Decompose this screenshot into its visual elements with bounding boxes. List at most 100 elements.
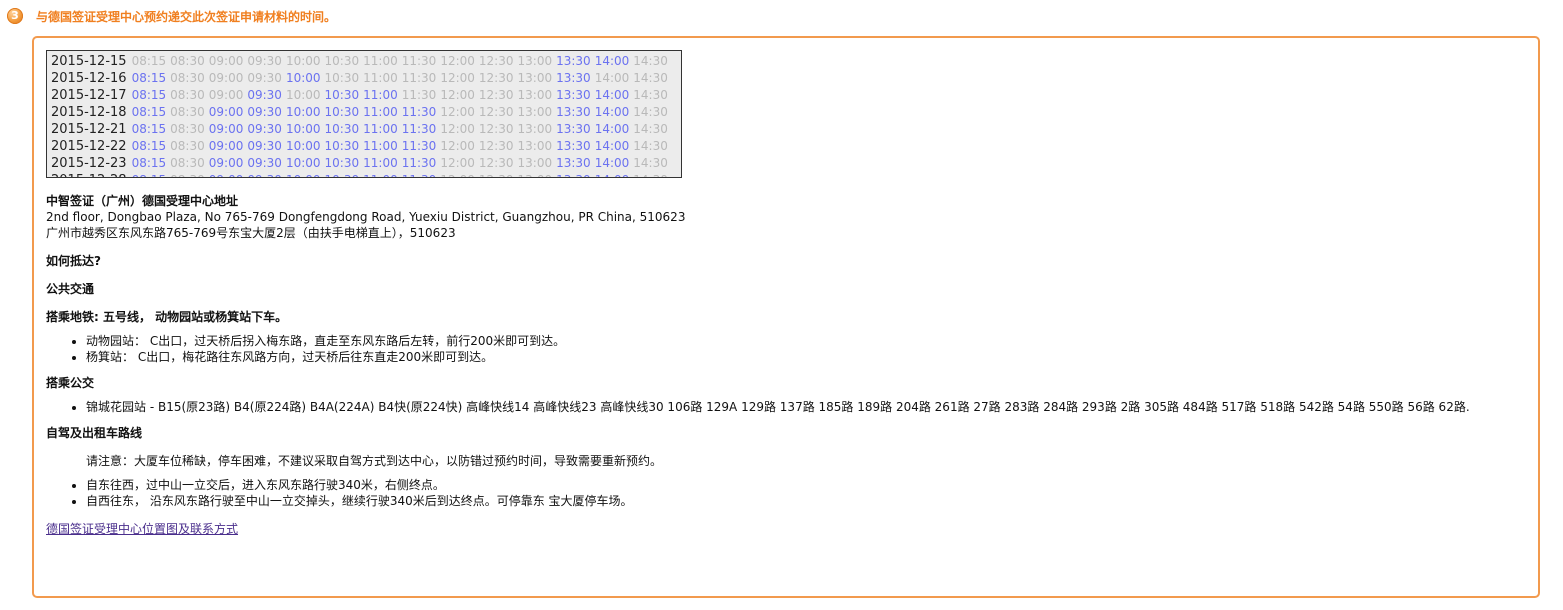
slot-date: 2015-12-22 <box>51 139 127 154</box>
time-slot-available[interactable]: 09:30 <box>247 139 282 153</box>
appointment-slot-list[interactable]: 2015-12-15 08:15 08:30 09:00 09:30 10:00 10:30… <box>46 50 682 178</box>
time-slot-available[interactable]: 10:30 <box>325 173 360 177</box>
time-slot-available[interactable]: 11:00 <box>363 173 398 177</box>
time-slot-available[interactable]: 09:00 <box>209 105 244 119</box>
time-slot-available[interactable]: 14:00 <box>595 156 630 170</box>
time-slot-available[interactable]: 09:30 <box>247 156 282 170</box>
time-slot-unavailable: 14:30 <box>633 173 668 177</box>
time-slot-available[interactable]: 09:00 <box>209 156 244 170</box>
time-slot-available[interactable]: 09:30 <box>247 88 282 102</box>
time-slot-available[interactable]: 11:00 <box>363 156 398 170</box>
list-item: 自西往东， 沿东风东路行驶至中山一立交掉头，继续行驶340米后到达终点。可停靠东… <box>86 493 1526 509</box>
time-slot-available[interactable]: 08:15 <box>132 88 167 102</box>
time-slot-available[interactable]: 08:15 <box>132 156 167 170</box>
time-slot-unavailable: 12:30 <box>478 71 514 85</box>
time-slot-available[interactable]: 13:30 <box>556 105 591 119</box>
time-slot-unavailable: 11:00 <box>363 71 398 85</box>
driving-title: 自驾及出租车路线 <box>46 426 143 440</box>
time-slot-available[interactable]: 14:00 <box>595 105 630 119</box>
time-slot-available[interactable]: 14:00 <box>595 173 630 177</box>
time-slot-available[interactable]: 14:00 <box>595 139 630 153</box>
step-title: 与德国签证受理中心预约递交此次签证申请材料的时间。 <box>36 9 337 24</box>
time-slot-available[interactable]: 10:00 <box>286 173 321 177</box>
time-slot-available[interactable]: 11:00 <box>363 105 398 119</box>
time-slot-unavailable: 13:00 <box>518 173 553 177</box>
appointment-panel: 2015-12-15 08:15 08:30 09:00 09:30 10:00 10:30… <box>32 36 1540 598</box>
time-slot-available[interactable]: 13:30 <box>556 173 591 177</box>
slot-date: 2015-12-16 <box>51 71 127 86</box>
time-slot-available[interactable]: 11:30 <box>402 122 437 136</box>
slot-date: 2015-12-28 <box>51 173 127 177</box>
time-slot-unavailable: 14:30 <box>633 88 668 102</box>
time-slot-available[interactable]: 11:30 <box>402 105 437 119</box>
time-slot-available[interactable]: 11:30 <box>402 139 437 153</box>
time-slot-available[interactable]: 10:00 <box>286 122 321 136</box>
time-slot-unavailable: 12:00 <box>440 71 475 85</box>
time-slot-available[interactable]: 14:00 <box>595 122 630 136</box>
time-slot-available[interactable]: 11:30 <box>402 156 437 170</box>
time-slot-available[interactable]: 10:30 <box>325 122 360 136</box>
time-slot-available[interactable]: 11:00 <box>363 88 398 102</box>
time-slot-unavailable: 11:30 <box>401 54 437 68</box>
time-slot-available[interactable]: 13:30 <box>556 122 591 136</box>
time-slot-available[interactable]: 14:00 <box>595 88 630 102</box>
location-map-link[interactable]: 德国签证受理中心位置图及联系方式 <box>46 521 238 537</box>
time-slot-available[interactable]: 08:15 <box>132 173 167 177</box>
time-slot-available[interactable]: 13:30 <box>556 54 591 68</box>
list-item: 自东往西，过中山一立交后，进入东风东路行驶340米，右侧终点。 <box>86 477 1526 493</box>
time-slot-unavailable: 13:00 <box>517 122 553 136</box>
time-slot-unavailable: 12:00 <box>440 122 475 136</box>
time-slot-available[interactable]: 10:30 <box>325 139 360 153</box>
driving-note: 请注意：大厦车位稀缺，停车困难，不建议采取自驾方式到达中心，以防错过预约时间，导… <box>86 454 663 468</box>
time-slot-available[interactable]: 14:00 <box>595 54 630 68</box>
time-slot-unavailable: 14:30 <box>633 105 668 119</box>
time-slot-unavailable: 08:30 <box>170 88 205 102</box>
time-slot-unavailable: 12:30 <box>478 156 514 170</box>
time-slot-unavailable: 11:30 <box>401 71 437 85</box>
time-slot-available[interactable]: 13:30 <box>556 156 591 170</box>
time-slot-available[interactable]: 11:00 <box>363 122 398 136</box>
time-slot-available[interactable]: 08:15 <box>132 122 167 136</box>
time-slot-unavailable: 14:30 <box>633 156 668 170</box>
time-slot-available[interactable]: 09:30 <box>247 173 282 177</box>
how-to-get-there-title: 如何抵达? <box>46 254 101 268</box>
time-slot-available[interactable]: 10:00 <box>286 139 321 153</box>
slot-row: 2015-12-16 08:15 08:30 09:00 09:30 10:00 10:30… <box>47 68 681 86</box>
time-slot-unavailable: 10:00 <box>285 88 321 102</box>
time-slot-unavailable: 12:00 <box>440 139 475 153</box>
time-slot-available[interactable]: 10:30 <box>325 88 360 102</box>
list-item: 杨箕站： C出口，梅花路往东风路方向，过天桥后往东直走200米即可到达。 <box>86 349 1526 365</box>
time-slot-unavailable: 13:00 <box>517 88 553 102</box>
time-slot-available[interactable]: 09:30 <box>247 105 282 119</box>
time-slot-unavailable: 13:00 <box>517 71 553 85</box>
time-slot-available[interactable]: 13:30 <box>556 139 591 153</box>
slot-row: 2015-12-28 08:1508:30 09:0009:30 10:00 10:30… <box>47 170 681 177</box>
slot-date: 2015-12-23 <box>51 156 127 171</box>
time-slot-available[interactable]: 08:15 <box>132 105 167 119</box>
time-slot-available[interactable]: 09:00 <box>209 139 244 153</box>
time-slot-available[interactable]: 08:15 <box>132 139 167 153</box>
time-slot-unavailable: 08:15 <box>131 54 167 68</box>
time-slot-unavailable: 09:00 <box>208 71 244 85</box>
time-slot-unavailable: 12:30 <box>478 122 514 136</box>
time-slot-available[interactable]: 09:30 <box>247 122 282 136</box>
time-slot-available[interactable]: 10:30 <box>325 105 360 119</box>
address-english: 2nd floor, Dongbao Plaza, No 765-769 Don… <box>46 210 686 224</box>
time-slot-available[interactable]: 11:30 <box>402 173 437 177</box>
time-slot-available[interactable]: 10:00 <box>286 156 321 170</box>
time-slot-available[interactable]: 08:15 <box>132 71 167 85</box>
time-slot-available[interactable]: 10:00 <box>286 71 321 85</box>
time-slot-unavailable: 12:30 <box>478 139 514 153</box>
time-slot-available[interactable]: 13:30 <box>556 88 591 102</box>
time-slot-available[interactable]: 10:00 <box>286 105 321 119</box>
time-slot-unavailable: 08:30 <box>170 173 205 177</box>
time-slot-available[interactable]: 09:00 <box>209 173 244 177</box>
time-slot-unavailable: 08:30 <box>170 156 205 170</box>
slot-date: 2015-12-18 <box>51 105 127 120</box>
time-slot-available[interactable]: 10:30 <box>325 156 360 170</box>
time-slot-available[interactable]: 09:00 <box>209 122 244 136</box>
time-slot-available[interactable]: 13:30 <box>556 71 591 85</box>
slot-date: 2015-12-21 <box>51 122 127 137</box>
bus-title: 搭乘公交 <box>46 376 95 390</box>
time-slot-available[interactable]: 11:00 <box>363 139 398 153</box>
